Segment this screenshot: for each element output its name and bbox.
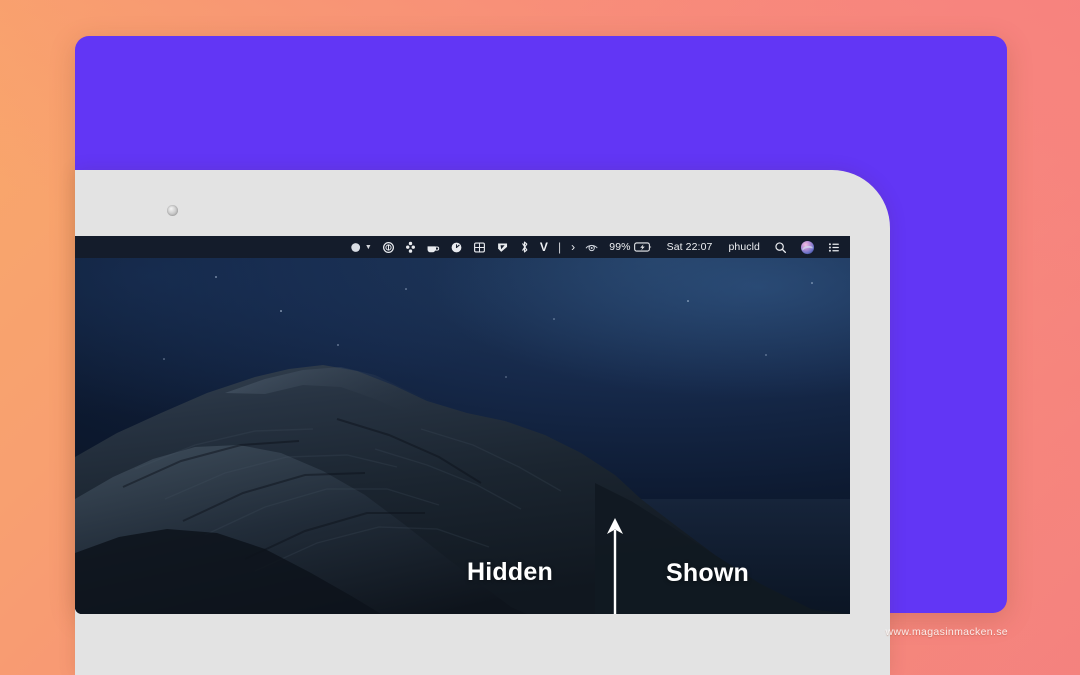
macos-menu-bar[interactable]: ▼ V | › 99% Sat 22:07 phucld bbox=[75, 236, 850, 258]
clock-gauge-icon[interactable] bbox=[445, 236, 468, 258]
divider-bar-icon[interactable]: | bbox=[553, 236, 566, 258]
star bbox=[553, 318, 555, 320]
battery-percent-label[interactable]: 99% bbox=[604, 236, 632, 258]
siri-icon[interactable] bbox=[792, 236, 820, 258]
menubar-user-name[interactable]: phucld bbox=[717, 236, 765, 258]
dots-cluster-icon[interactable] bbox=[400, 236, 421, 258]
menubar-clock[interactable]: Sat 22:07 bbox=[657, 236, 718, 258]
bartender-eye-icon[interactable] bbox=[580, 236, 604, 258]
window-grid-icon[interactable] bbox=[468, 236, 491, 258]
star bbox=[405, 288, 407, 290]
circle-slash-icon[interactable] bbox=[377, 236, 400, 258]
chevron-down-icon: ▼ bbox=[364, 243, 372, 251]
annotation-shown-label: Shown bbox=[666, 559, 749, 587]
bluetooth-icon[interactable] bbox=[514, 236, 535, 258]
spotlight-search-icon[interactable] bbox=[765, 236, 792, 258]
star bbox=[811, 282, 813, 284]
battery-charging-icon[interactable] bbox=[633, 236, 657, 258]
mug-icon[interactable] bbox=[421, 236, 445, 258]
watermark-text: www.magasinmacken.se bbox=[885, 626, 1008, 638]
pennant-icon[interactable] bbox=[491, 236, 514, 258]
up-arrow-icon bbox=[607, 518, 623, 614]
control-center-icon[interactable] bbox=[820, 236, 844, 258]
star bbox=[337, 344, 339, 346]
device-screen: Hidden Shown ▼ V | › 99% Sat 22:07 phucl… bbox=[75, 236, 850, 614]
star bbox=[687, 300, 689, 302]
menubar-status-icons: ▼ V | › 99% Sat 22:07 phucld bbox=[345, 236, 844, 258]
star bbox=[215, 276, 217, 278]
dropbox-sphere-icon[interactable]: ▼ bbox=[345, 236, 377, 258]
screenshot-scene: Hidden Shown ▼ V | › 99% Sat 22:07 phucl… bbox=[0, 0, 1080, 675]
annotation-hidden-label: Hidden bbox=[467, 558, 553, 586]
vpn-v-icon[interactable]: V bbox=[535, 236, 553, 258]
chevron-right-icon[interactable]: › bbox=[566, 236, 580, 258]
desktop-wallpaper: Hidden Shown bbox=[75, 258, 850, 614]
camera-dot-icon bbox=[167, 205, 178, 216]
star bbox=[280, 310, 282, 312]
imac-device-frame: Hidden Shown ▼ V | › 99% Sat 22:07 phucl… bbox=[75, 170, 890, 675]
